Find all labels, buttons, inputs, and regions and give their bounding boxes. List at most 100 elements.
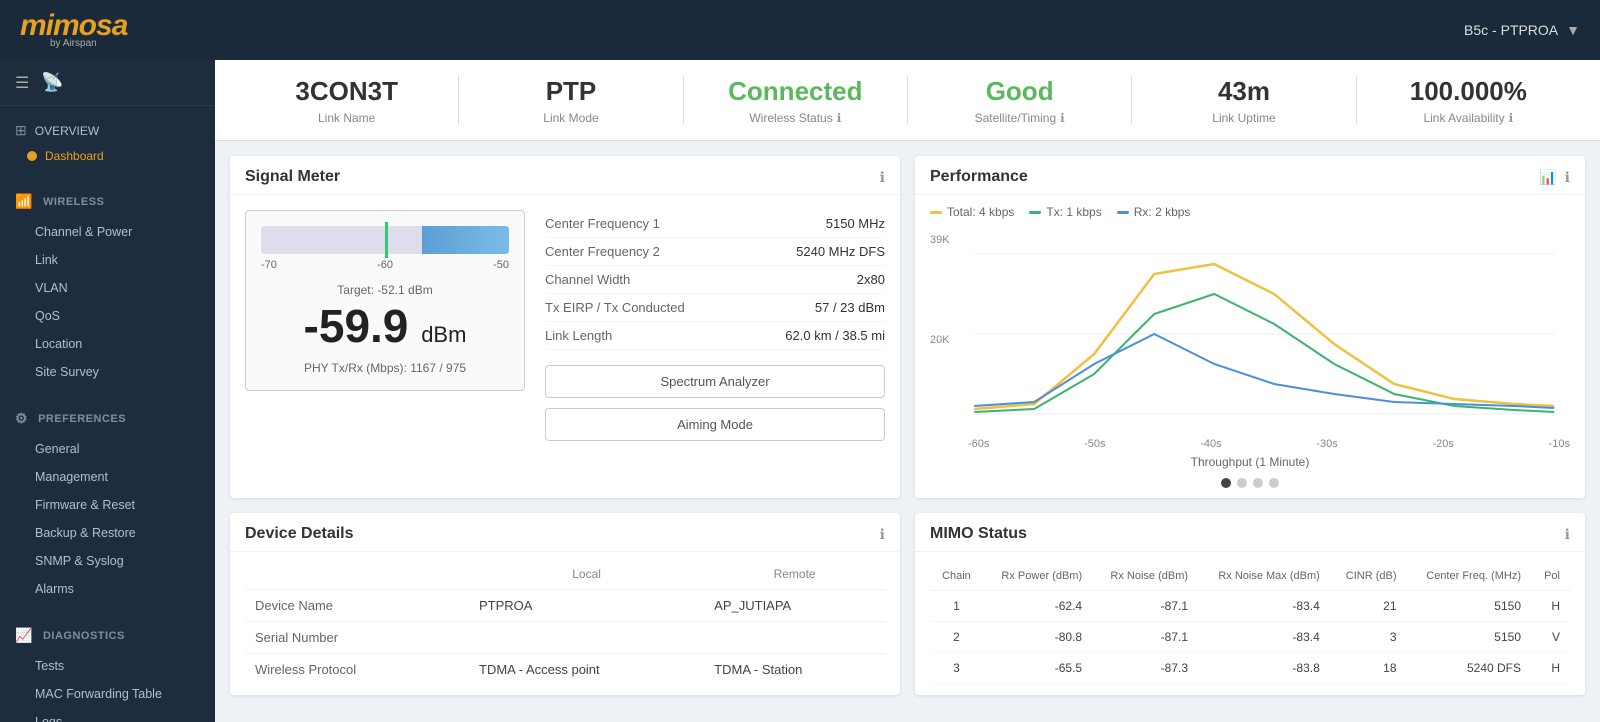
legend-total: Total: 4 kbps — [930, 205, 1014, 219]
antenna-icon: 📡 — [41, 72, 63, 93]
logo-subtext: by Airspan — [50, 39, 127, 49]
legend-rx-dot — [1117, 211, 1129, 214]
device-remote-1 — [704, 622, 885, 654]
signal-row-0: Center Frequency 1 5150 MHz — [545, 210, 885, 238]
stat-link-availability-label: Link Availability ℹ — [1357, 111, 1580, 125]
stat-link-mode: PTP Link Mode — [459, 76, 682, 125]
signal-buttons: Spectrum Analyzer Aiming Mode — [545, 365, 885, 441]
sidebar-item-general[interactable]: General — [0, 435, 215, 463]
main-layout: ☰ 📡 ⊞ OVERVIEW Dashboard 📶 WIRELESS Chan… — [0, 60, 1600, 722]
mimo-rx-noise-1: -87.1 — [1092, 622, 1198, 653]
x-label-60s: -60s — [968, 438, 989, 450]
sidebar-header: ☰ 📡 — [0, 60, 215, 106]
device-details-info-icon[interactable]: ℹ — [880, 526, 885, 543]
mimo-cinr-1: 3 — [1330, 622, 1407, 653]
x-label-30s: -30s — [1316, 438, 1337, 450]
sidebar-section-diagnostics: 📈 DIAGNOSTICS Tests MAC Forwarding Table… — [0, 611, 215, 722]
device-details-header: Device Details ℹ — [230, 513, 900, 552]
device-local-2: TDMA - Access point — [469, 654, 704, 686]
sidebar-item-management[interactable]: Management — [0, 463, 215, 491]
mimo-header-row: Chain Rx Power (dBm) Rx Noise (dBm) Rx N… — [930, 562, 1570, 591]
signal-row-4: Link Length 62.0 km / 38.5 mi — [545, 322, 885, 350]
sidebar-item-dashboard[interactable]: Dashboard — [45, 149, 104, 163]
sidebar-section-preferences: ⚙ PREFERENCES General Management Firmwar… — [0, 394, 215, 611]
device-table-body: Device Name PTPROA AP_JUTIAPA Serial Num… — [245, 590, 885, 686]
sidebar-item-backup-restore[interactable]: Backup & Restore — [0, 519, 215, 547]
dashboard-item[interactable]: Dashboard — [0, 143, 215, 169]
stat-link-uptime-value: 43m — [1132, 76, 1355, 107]
hamburger-icon[interactable]: ☰ — [15, 73, 29, 93]
satellite-timing-info-icon[interactable]: ℹ — [1060, 111, 1065, 125]
sidebar-item-snmp-syslog[interactable]: SNMP & Syslog — [0, 547, 215, 575]
wireless-status-info-icon[interactable]: ℹ — [837, 111, 842, 125]
performance-chart-svg — [958, 234, 1570, 434]
sidebar-item-qos[interactable]: QoS — [0, 302, 215, 330]
stat-link-availability: 100.000% Link Availability ℹ — [1357, 76, 1580, 125]
chart-container: 39K 20K — [915, 229, 1585, 450]
chart-wrapper: 39K 20K — [930, 234, 1570, 434]
spectrum-analyzer-button[interactable]: Spectrum Analyzer — [545, 365, 885, 398]
chart-dot-2[interactable] — [1237, 478, 1247, 488]
chart-dot-1[interactable] — [1221, 478, 1231, 488]
gauge-labels: -70 -60 -50 — [261, 259, 509, 271]
device-row-0: Device Name PTPROA AP_JUTIAPA — [245, 590, 885, 622]
mimo-table: Chain Rx Power (dBm) Rx Noise (dBm) Rx N… — [930, 562, 1570, 684]
legend-rx-label: Rx: 2 kbps — [1134, 205, 1191, 219]
device-label[interactable]: B5c - PTPROA — [1464, 22, 1558, 38]
performance-legend: Total: 4 kbps Tx: 1 kbps Rx: 2 kbps — [915, 195, 1585, 229]
stat-link-name-label: Link Name — [235, 111, 458, 125]
signal-row-1: Center Frequency 2 5240 MHz DFS — [545, 238, 885, 266]
header: mimosa by Airspan B5c - PTPROA ▼ — [0, 0, 1600, 60]
mimo-chain-2: 3 — [930, 653, 983, 684]
y-label-39k: 39K — [930, 234, 950, 246]
mimo-status-info-icon[interactable]: ℹ — [1565, 526, 1570, 543]
header-right: B5c - PTPROA ▼ — [1464, 22, 1580, 38]
wireless-label: WIRELESS — [43, 196, 104, 208]
signal-meter-info-icon[interactable]: ℹ — [880, 169, 885, 186]
sidebar-item-vlan[interactable]: VLAN — [0, 274, 215, 302]
link-availability-info-icon[interactable]: ℹ — [1509, 111, 1514, 125]
dropdown-icon[interactable]: ▼ — [1566, 22, 1580, 38]
aiming-mode-button[interactable]: Aiming Mode — [545, 408, 885, 441]
device-remote-0: AP_JUTIAPA — [704, 590, 885, 622]
sidebar-item-firmware-reset[interactable]: Firmware & Reset — [0, 491, 215, 519]
device-table-head: Local Remote — [245, 562, 885, 590]
signal-gauge: -70 -60 -50 Target: -52.1 dBm -59.9 — [245, 210, 525, 441]
mimo-status-card: MIMO Status ℹ Chain Rx Power (dBm) Rx No… — [915, 513, 1585, 695]
mimo-pol-2: H — [1531, 653, 1570, 684]
sidebar-item-location[interactable]: Location — [0, 330, 215, 358]
chart-dot-4[interactable] — [1269, 478, 1279, 488]
mimo-col-chain: Chain — [930, 562, 983, 591]
performance-info-icon[interactable]: ℹ — [1565, 169, 1570, 186]
mimo-rx-noise-max-2: -83.8 — [1198, 653, 1330, 684]
sidebar-item-site-survey[interactable]: Site Survey — [0, 358, 215, 386]
mimo-cinr-0: 21 — [1330, 591, 1407, 622]
mimo-col-rx-power: Rx Power (dBm) — [983, 562, 1092, 591]
gauge-fill — [422, 226, 509, 254]
gauge-bar-container — [261, 226, 509, 254]
sidebar-item-link[interactable]: Link — [0, 246, 215, 274]
sidebar-item-channel-power[interactable]: Channel & Power — [0, 218, 215, 246]
mimo-chain-1: 2 — [930, 622, 983, 653]
sidebar-item-logs[interactable]: Logs — [0, 708, 215, 722]
sidebar-item-mac-forwarding[interactable]: MAC Forwarding Table — [0, 680, 215, 708]
stats-bar: 3CON3T Link Name PTP Link Mode Connected… — [215, 60, 1600, 141]
sidebar-item-tests[interactable]: Tests — [0, 652, 215, 680]
stat-wireless-status-value: Connected — [684, 76, 907, 107]
stat-satellite-timing-label: Satellite/Timing ℹ — [908, 111, 1131, 125]
stat-wireless-status-label: Wireless Status ℹ — [684, 111, 907, 125]
stat-wireless-status: Connected Wireless Status ℹ — [684, 76, 907, 125]
diagnostics-label: DIAGNOSTICS — [43, 630, 125, 642]
mimo-status-title: MIMO Status — [930, 525, 1027, 543]
sidebar-item-alarms[interactable]: Alarms — [0, 575, 215, 603]
sidebar-item-overview[interactable]: OVERVIEW — [35, 124, 99, 138]
device-remote-2: TDMA - Station — [704, 654, 885, 686]
device-row-2: Wireless Protocol TDMA - Access point TD… — [245, 654, 885, 686]
chart-dot-3[interactable] — [1253, 478, 1263, 488]
device-details-body: Local Remote Device Name PTPROA AP_JUTIA… — [230, 552, 900, 695]
performance-chart-icon[interactable]: 📊 — [1539, 169, 1556, 186]
mimo-col-rx-noise-max: Rx Noise Max (dBm) — [1198, 562, 1330, 591]
mimo-table-body: 1 -62.4 -87.1 -83.4 21 5150 H 2 -80.8 — [930, 591, 1570, 684]
diagnostics-icon: 📈 — [15, 627, 33, 644]
mimo-rx-noise-0: -87.1 — [1092, 591, 1198, 622]
